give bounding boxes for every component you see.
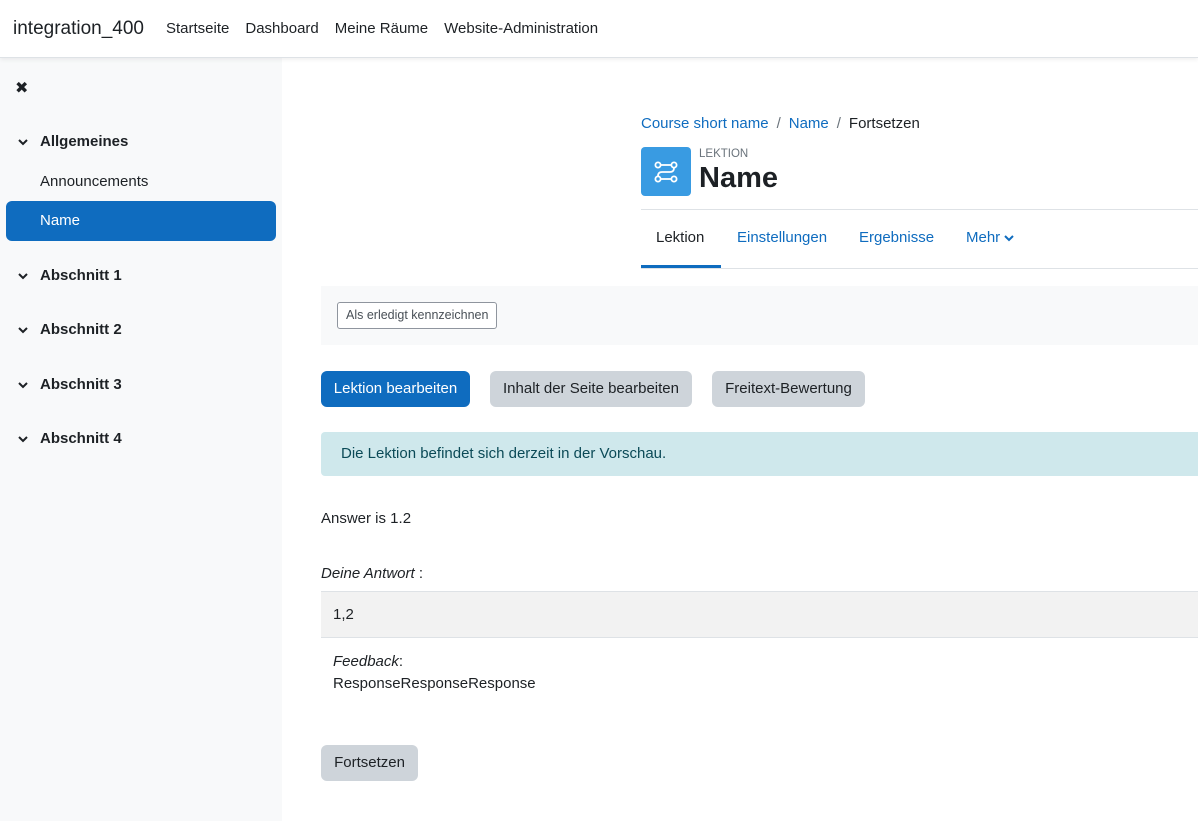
top-navbar: integration_400 Startseite Dashboard Mei… — [0, 0, 1198, 58]
essay-grading-button[interactable]: Freitext-Bewertung — [712, 371, 865, 407]
section-allgemeines[interactable]: Allgemeines — [18, 133, 128, 150]
your-answer-label: Deine Antwort : — [321, 565, 423, 582]
feedback-label-suffix: : — [398, 653, 404, 670]
tab-mehr-label: Mehr — [966, 229, 1001, 246]
section-abschnitt-4[interactable]: Abschnitt 4 — [18, 430, 122, 447]
section-label: Abschnitt 4 — [40, 430, 122, 447]
breadcrumb-current: Fortsetzen — [848, 115, 920, 132]
your-answer-label-text: Deine Antwort — [321, 565, 415, 582]
edit-lesson-button[interactable]: Lektion bearbeiten — [321, 371, 470, 407]
section-label: Abschnitt 3 — [40, 376, 122, 393]
edit-page-content-button[interactable]: Inhalt der Seite bearbeiten — [490, 371, 692, 407]
section-abschnitt-1[interactable]: Abschnitt 1 — [18, 267, 122, 284]
preview-alert: Die Lektion befindet sich derzeit in der… — [321, 432, 1198, 476]
activity-name-active[interactable]: Name — [6, 201, 276, 241]
breadcrumb-separator: / — [836, 115, 841, 132]
lesson-icon — [641, 147, 691, 196]
tab-einstellungen[interactable]: Einstellungen — [737, 229, 827, 246]
chevron-down-icon — [18, 381, 28, 388]
site-name[interactable]: integration_400 — [13, 18, 144, 40]
activity-type-label: LEKTION — [699, 148, 749, 160]
feedback-label: Feedback: — [333, 653, 403, 670]
chevron-down-icon — [18, 435, 28, 442]
page-title: Name — [699, 162, 778, 194]
breadcrumb-activity[interactable]: Name — [789, 115, 829, 132]
close-drawer-icon[interactable]: ✖ — [15, 78, 28, 98]
tab-lektion[interactable]: Lektion — [656, 229, 704, 246]
chevron-down-icon — [18, 326, 28, 333]
section-abschnitt-2[interactable]: Abschnitt 2 — [18, 321, 122, 338]
course-index-drawer: ✖ Allgemeines Announcements Name Abschni… — [0, 58, 282, 821]
activity-announcements[interactable]: Announcements — [40, 173, 148, 190]
mark-as-done-button[interactable]: Als erledigt kennzeichnen — [337, 302, 498, 329]
feedback-label-text: Feedback — [333, 653, 399, 670]
section-label: Abschnitt 2 — [40, 321, 122, 338]
section-label: Allgemeines — [40, 133, 129, 150]
tabs-divider — [641, 268, 1198, 269]
continue-button[interactable]: Fortsetzen — [321, 745, 418, 781]
section-label: Abschnitt 1 — [40, 267, 122, 284]
breadcrumb: Course short name / Name / Fortsetzen — [641, 115, 920, 132]
activity-completion-bar: Als erledigt kennzeichnen — [321, 286, 1198, 345]
chevron-down-icon — [18, 138, 28, 145]
lesson-path-icon — [654, 161, 678, 182]
question-text: Answer is 1.2 — [321, 510, 412, 527]
section-abschnitt-3[interactable]: Abschnitt 3 — [18, 376, 122, 393]
tab-ergebnisse[interactable]: Ergebnisse — [859, 229, 934, 246]
nav-link-dashboard[interactable]: Dashboard — [245, 20, 318, 37]
breadcrumb-course[interactable]: Course short name — [641, 115, 769, 132]
tab-mehr[interactable]: Mehr — [966, 229, 1014, 246]
breadcrumb-separator: / — [776, 115, 781, 132]
nav-link-website-administration[interactable]: Website-Administration — [444, 20, 598, 37]
feedback-text: ResponseResponseResponse — [333, 675, 536, 692]
chevron-down-icon — [18, 272, 28, 279]
chevron-down-icon — [1004, 234, 1014, 241]
answer-value: 1,2 — [321, 591, 1198, 638]
tabs-divider — [641, 209, 1198, 210]
your-answer-label-suffix: : — [414, 565, 423, 582]
nav-link-startseite[interactable]: Startseite — [166, 20, 229, 37]
nav-link-meine-raeume[interactable]: Meine Räume — [335, 20, 428, 37]
